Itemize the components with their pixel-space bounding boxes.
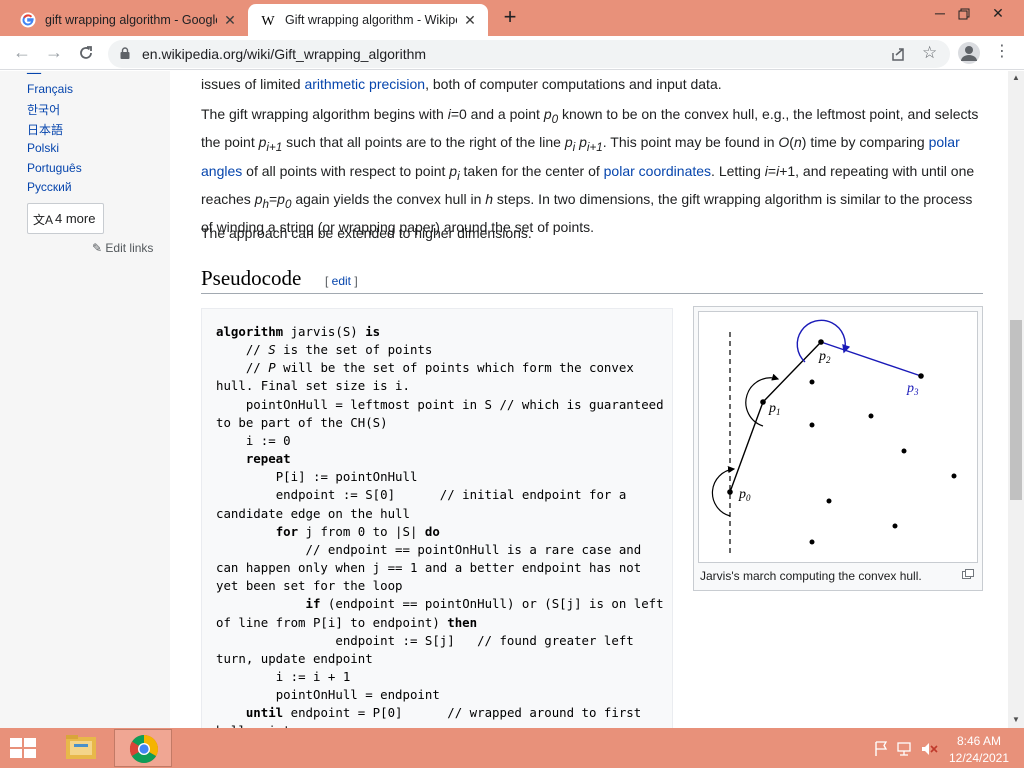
reload-button[interactable] xyxy=(74,41,98,65)
maximize-window-button[interactable] xyxy=(946,0,982,28)
close-tab-icon[interactable]: ✕ xyxy=(222,12,238,28)
start-button[interactable] xyxy=(8,735,38,761)
paragraph-text: , both of computer computations and inpu… xyxy=(425,76,722,92)
action-center-flag-icon[interactable] xyxy=(875,741,888,756)
volume-muted-icon[interactable] xyxy=(922,743,938,755)
section-edit: [ edit ] xyxy=(325,274,358,288)
person-icon xyxy=(961,46,977,61)
restore-icon xyxy=(958,8,970,20)
polar-coordinates-link[interactable]: polar coordinates xyxy=(604,163,711,179)
paragraph-text: issues of limited xyxy=(201,76,305,92)
section-title: Pseudocode xyxy=(201,266,302,290)
pencil-icon: ✎ xyxy=(92,241,103,255)
data-point xyxy=(951,473,957,479)
data-point xyxy=(809,379,815,385)
paragraph: The approach can be extended to higher d… xyxy=(201,225,532,241)
hull-edge xyxy=(729,401,764,493)
folder-icon xyxy=(66,735,96,759)
lock-icon[interactable] xyxy=(120,47,130,59)
chrome-icon xyxy=(129,735,158,763)
edit-section-link[interactable]: edit xyxy=(332,274,351,288)
close-window-button[interactable]: ✕ xyxy=(980,0,1016,28)
language-link[interactable]: Polski xyxy=(27,141,59,155)
url-text[interactable]: en.wikipedia.org/wiki/Gift_wrapping_algo… xyxy=(142,46,426,62)
article-content: issues of limited arithmetic precision, … xyxy=(170,71,1008,728)
hull-point xyxy=(727,489,733,495)
section-heading: Pseudocode [ edit ] xyxy=(201,264,983,294)
profile-avatar-icon[interactable] xyxy=(958,42,980,64)
pseudocode-text: algorithm jarvis(S) is // S is the set o… xyxy=(216,324,672,728)
browser-toolbar: ← → en.wikipedia.org/wiki/Gift_wrapping_… xyxy=(0,36,1024,70)
reload-icon xyxy=(80,46,92,59)
windows-logo-icon xyxy=(10,738,36,758)
bookmark-star-icon[interactable]: ☆ xyxy=(922,43,937,63)
point-label-p1: p1 xyxy=(768,401,781,417)
data-point xyxy=(826,498,832,504)
point-label-p2: p2 xyxy=(818,349,831,365)
point-label-p3: p3 xyxy=(906,381,919,397)
language-link[interactable]: Français xyxy=(27,82,73,96)
network-icon[interactable] xyxy=(897,742,911,756)
windows-taskbar: 8:46 AM 12/24/2021 xyxy=(0,728,1024,768)
hull-point xyxy=(918,373,924,379)
hull-point xyxy=(760,399,766,405)
tab-title: gift wrapping algorithm - Google Search xyxy=(45,13,217,27)
forward-button[interactable]: → xyxy=(42,41,66,65)
point-label-p0: p0 xyxy=(738,487,751,503)
tab-title: Gift wrapping algorithm - Wikipedia xyxy=(285,13,457,27)
svg-text:W: W xyxy=(261,14,275,28)
more-languages-button[interactable]: 文A 4 more xyxy=(27,203,104,234)
chrome-taskbar-button[interactable] xyxy=(114,729,172,767)
convex-hull-diagram-svg: p0 p1 p2 p3 xyxy=(711,319,957,554)
clock-date[interactable]: 12/24/2021 xyxy=(944,751,1014,765)
wiki-sidebar: ــــ Français 한국어 日本語 Polski Português Р… xyxy=(0,71,170,728)
browser-tab-strip: gift wrapping algorithm - Google Search … xyxy=(0,0,1024,36)
data-point xyxy=(901,448,907,454)
language-link-partial[interactable]: ــــ xyxy=(27,71,41,77)
web-page: ــــ Français 한국어 日本語 Polski Português Р… xyxy=(0,71,1008,728)
share-icon[interactable] xyxy=(890,46,906,62)
data-point xyxy=(868,413,874,419)
scrollbar-thumb[interactable] xyxy=(1010,320,1022,500)
language-link[interactable]: 日本語 xyxy=(27,121,63,138)
figure-thumbnail: p0 p1 p2 p3 Jarvis's march computing the… xyxy=(693,306,983,591)
system-tray xyxy=(872,740,942,758)
edit-links-label: Edit links xyxy=(105,241,154,255)
hull-edge-current xyxy=(820,341,922,377)
browser-menu-icon[interactable]: ⋮ xyxy=(994,42,1010,62)
figure-caption: Jarvis's march computing the convex hull… xyxy=(700,569,922,583)
paragraph: issues of limited arithmetic precision, … xyxy=(201,73,986,96)
algorithm-description-paragraph: The gift wrapping algorithm begins with … xyxy=(201,106,979,236)
tab-wikipedia[interactable]: W Gift wrapping algorithm - Wikipedia ✕ xyxy=(248,4,488,36)
edit-links-link[interactable]: ✎ Edit links xyxy=(92,241,153,255)
page-scrollbar[interactable]: ▲ ▼ xyxy=(1008,71,1024,728)
enlarge-icon[interactable] xyxy=(962,569,974,579)
pseudocode-block: algorithm jarvis(S) is // S is the set o… xyxy=(201,308,673,728)
clock-time[interactable]: 8:46 AM xyxy=(944,734,1014,748)
arithmetic-precision-link[interactable]: arithmetic precision xyxy=(304,76,425,92)
close-tab-icon[interactable]: ✕ xyxy=(462,12,478,28)
new-tab-button[interactable]: + xyxy=(498,6,522,30)
language-link[interactable]: Русский xyxy=(27,180,72,194)
data-point xyxy=(809,539,815,545)
wikipedia-icon: W xyxy=(261,14,275,28)
address-bar[interactable]: en.wikipedia.org/wiki/Gift_wrapping_algo… xyxy=(108,40,950,68)
scroll-down-arrow-icon[interactable]: ▼ xyxy=(1012,715,1020,724)
more-languages-label: 4 more xyxy=(55,211,96,226)
language-link[interactable]: 한국어 xyxy=(27,101,60,118)
translate-icon: 文A xyxy=(33,213,54,227)
hull-edge xyxy=(762,341,822,403)
data-point xyxy=(809,422,815,428)
jarvis-march-diagram[interactable]: p0 p1 p2 p3 xyxy=(698,311,978,563)
file-explorer-button[interactable] xyxy=(60,731,102,765)
hull-point xyxy=(818,339,824,345)
data-point xyxy=(892,523,898,529)
scroll-up-arrow-icon[interactable]: ▲ xyxy=(1012,73,1020,82)
back-button[interactable]: ← xyxy=(10,41,34,65)
google-icon xyxy=(20,12,36,28)
tab-google-search[interactable]: gift wrapping algorithm - Google Search … xyxy=(8,4,248,36)
tray-icons xyxy=(875,741,938,756)
language-link[interactable]: Português xyxy=(27,161,82,175)
